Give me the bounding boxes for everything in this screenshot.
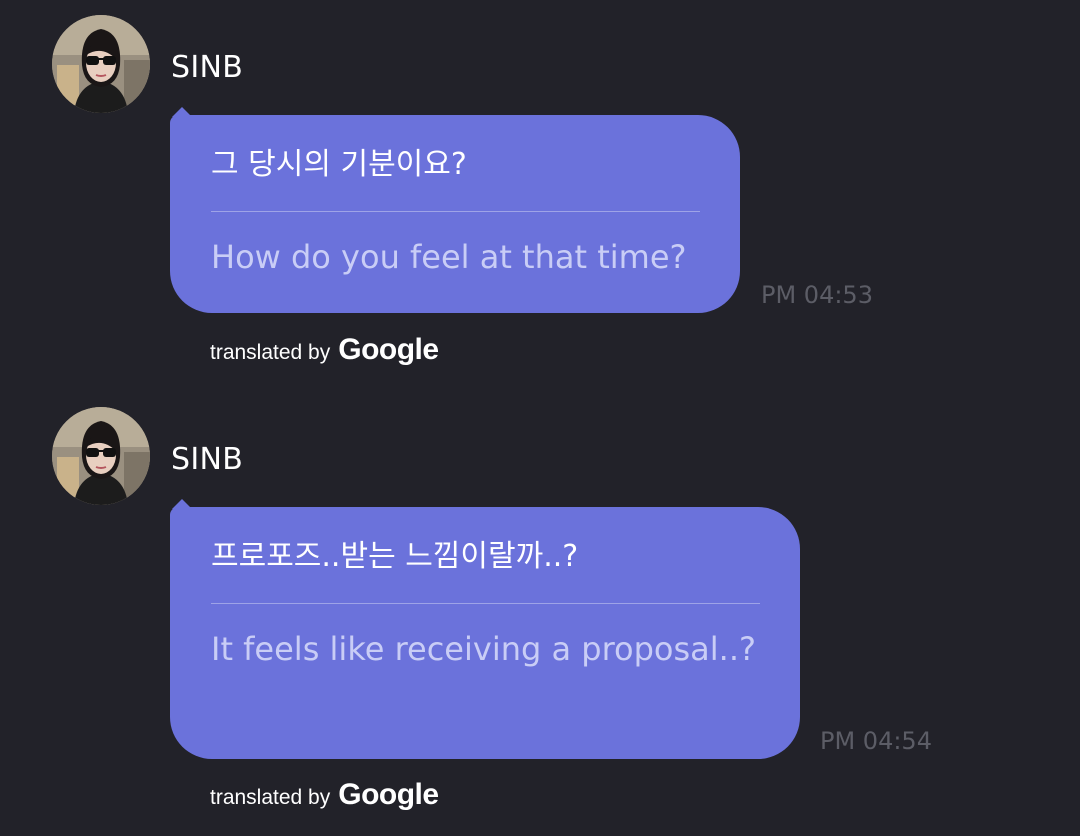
google-logo-icon: Google bbox=[338, 333, 439, 366]
original-text: 프로포즈..받는 느낌이랄까..? bbox=[211, 539, 579, 574]
divider bbox=[211, 603, 760, 604]
sender-name: SINB bbox=[171, 442, 244, 477]
message-bubble[interactable]: 그 당시의 기분이요? How do you feel at that time… bbox=[170, 107, 740, 313]
translated-text: It feels like receiving a proposal..? bbox=[211, 630, 756, 668]
translation-credit: translated by Google bbox=[210, 333, 439, 367]
timestamp: PM 04:53 bbox=[761, 281, 873, 309]
translated-text: How do you feel at that time? bbox=[211, 238, 687, 276]
translation-credit: translated by Google bbox=[210, 778, 439, 812]
profile-photo-icon bbox=[52, 407, 150, 505]
avatar[interactable] bbox=[52, 407, 150, 505]
divider bbox=[211, 211, 700, 212]
google-logo-icon: Google bbox=[338, 778, 439, 811]
original-text: 그 당시의 기분이요? bbox=[211, 147, 467, 182]
avatar[interactable] bbox=[52, 15, 150, 113]
sender-name: SINB bbox=[171, 50, 244, 85]
timestamp: PM 04:54 bbox=[820, 727, 932, 755]
credit-prefix: translated by bbox=[210, 786, 331, 809]
profile-photo-icon bbox=[52, 15, 150, 113]
credit-prefix: translated by bbox=[210, 341, 331, 364]
message-bubble[interactable]: 프로포즈..받는 느낌이랄까..? It feels like receivin… bbox=[170, 499, 800, 759]
